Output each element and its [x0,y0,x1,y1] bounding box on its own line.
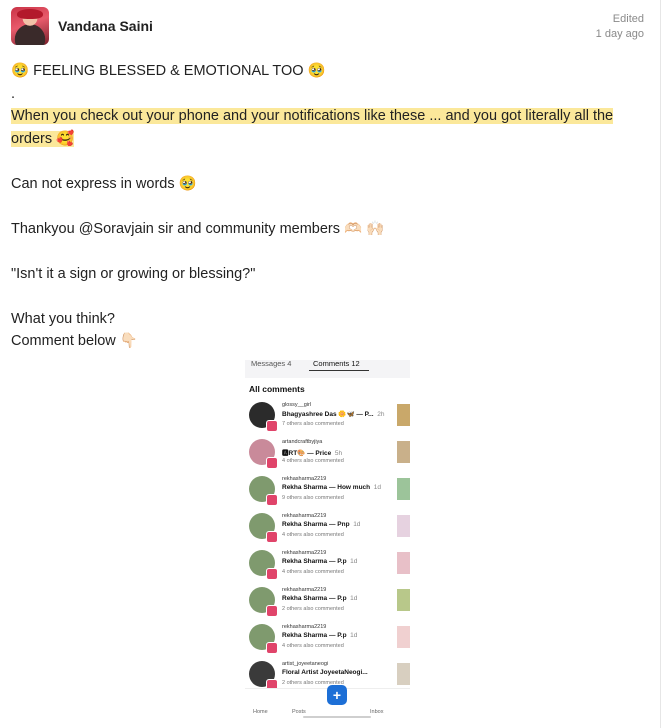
instagram-icon [266,605,278,617]
comment-username: rekhasharma2219 [282,587,327,593]
post-thumbnail [397,515,410,537]
instagram-icon [266,531,278,543]
post-line: Thankyou @Soravjain sir and community me… [11,220,385,237]
comment-username: rekhasharma2219 [282,476,327,482]
comment-username: artist_joyeetaneogi [282,661,329,667]
comment-others: 7 others also commented [282,421,344,427]
attached-screenshot[interactable]: Messages 4 Comments 12 All comments glos… [245,360,410,718]
comment-others: 4 others also commented [282,458,344,464]
post-line: Can not express in words 🥹 [11,175,197,192]
tab-messages: Messages 4 [251,360,292,368]
nav-home: Home [253,709,268,715]
screenshot-tabs: Messages 4 Comments 12 [245,360,410,378]
comment-row[interactable]: rekhasharma2219 Rekha Sharma — P.p 1d 4 ot… [245,548,410,584]
tab-comments: Comments 12 [313,360,360,368]
comment-row[interactable]: rekhasharma2219 Rekha Sharma — Pnp 1d 4 ot… [245,511,410,547]
comment-text: 🅰RT🎨 — Price 5h [282,450,343,457]
post-line: Comment below 👇🏻 [11,333,138,349]
highlighted-text: When you check out your phone and your n… [11,108,614,124]
time-ago: 1 day ago [595,28,644,40]
instagram-icon [266,642,278,654]
post-line: "Isn't it a sign or growing or blessing?… [11,265,256,282]
post-thumbnail [397,441,410,463]
nav-posts: Posts [292,709,306,715]
comment-others: 4 others also commented [282,532,344,538]
post-thumbnail [397,552,410,574]
comment-username: artandcraftbyjiya [282,439,323,445]
comment-text: Floral Artist JoyeetaNeogi... [282,669,368,676]
comment-username: rekhasharma2219 [282,624,327,630]
instagram-icon [266,457,278,469]
comment-text: Rekha Sharma — Pnp 1d [282,521,361,528]
post-timestamp: Edited 1 day ago [596,12,644,42]
comment-others: 4 others also commented [282,643,344,649]
post-thumbnail [397,478,410,500]
comment-row[interactable]: glossy__girl Bhagyashree Das 🌼🦋 — P... 2h… [245,400,410,436]
comment-others: 2 others also commented [282,606,344,612]
post-body: 🥹 FEELING BLESSED & EMOTIONAL TOO 🥹 . Wh… [11,60,651,353]
comment-username: rekhasharma2219 [282,513,327,519]
post-line: What you think? [11,310,115,327]
post-line: 🥹 FEELING BLESSED & EMOTIONAL TOO 🥹 [11,63,326,79]
comment-username: rekhasharma2219 [282,550,327,556]
highlighted-text: orders 🥰 [11,130,75,147]
comment-row[interactable]: artandcraftbyjiya 🅰RT🎨 — Price 5h 4 others… [245,437,410,473]
post-thumbnail [397,626,410,648]
comment-text: Rekha Sharma — How much 1d [282,484,381,491]
nav-inbox: Inbox [370,709,384,715]
comment-others: 4 others also commented [282,569,344,575]
post-thumbnail [397,663,410,685]
comment-row[interactable]: rekhasharma2219 Rekha Sharma — P.p 1d 2 ot… [245,585,410,621]
comment-text: Bhagyashree Das 🌼🦋 — P... 2h [282,411,385,418]
instagram-icon [266,494,278,506]
author-name[interactable]: Vandana Saini [58,18,153,34]
comment-row[interactable]: rekhasharma2219 Rekha Sharma — P.p 1d 4 ot… [245,622,410,658]
card-border [660,0,661,728]
author-avatar[interactable] [11,7,49,45]
instagram-icon [266,568,278,580]
post-thumbnail [397,404,410,426]
comment-text: Rekha Sharma — P.p 1d [282,632,358,639]
post-line: . [11,85,16,102]
post-card: Vandana Saini Edited 1 day ago 🥹 FEELING… [0,0,663,728]
all-comments-heading: All comments [249,384,305,394]
comment-row[interactable]: rekhasharma2219 Rekha Sharma — How much 1… [245,474,410,510]
home-indicator [303,716,371,718]
post-thumbnail [397,589,410,611]
plus-icon: + [327,685,347,705]
comment-text: Rekha Sharma — P.p 1d [282,558,358,565]
instagram-icon [266,420,278,432]
comment-username: glossy__girl [282,402,312,408]
edited-label: Edited [612,13,644,25]
comment-text: Rekha Sharma — P.p 1d [282,595,358,602]
comment-others: 9 others also commented [282,495,344,501]
